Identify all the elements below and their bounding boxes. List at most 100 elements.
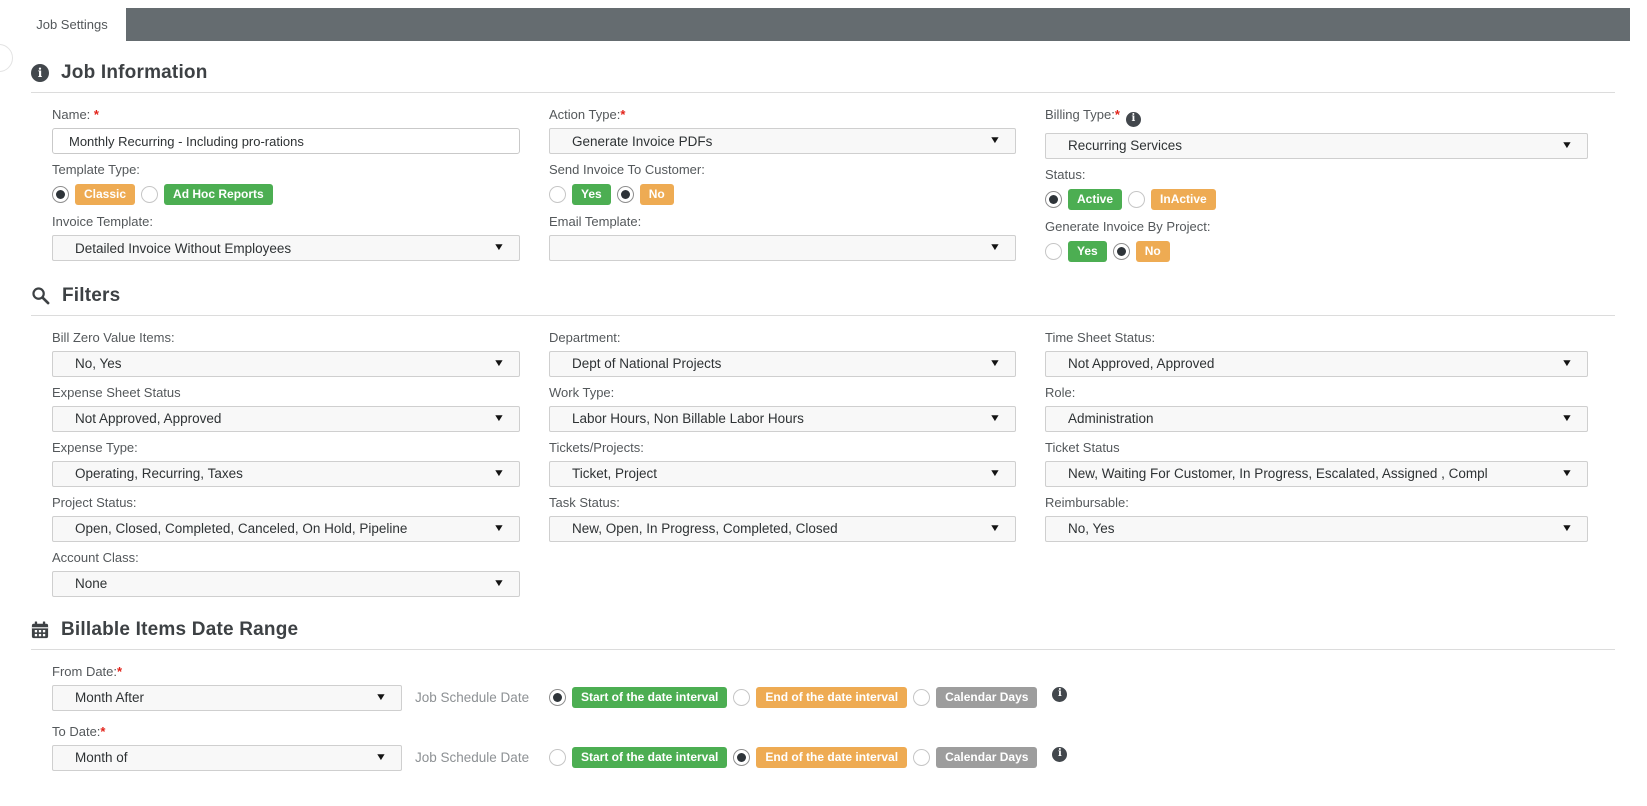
field-expense-type: Expense Type: Operating, Recurring, Taxe…: [52, 440, 520, 487]
badge-from-end-of-interval[interactable]: End of the date interval: [756, 687, 907, 708]
badge-status-active[interactable]: Active: [1068, 189, 1122, 210]
field-department: Department: Dept of National Projects ▼: [549, 330, 1016, 377]
send-invoice-radio-group: Yes No: [549, 183, 1016, 206]
status-label: Status:: [1045, 167, 1588, 182]
magnifier-icon: [31, 286, 50, 305]
name-input[interactable]: [52, 128, 520, 154]
tab-job-settings[interactable]: Job Settings: [18, 8, 126, 41]
to-date-select[interactable]: Month of ▼: [52, 745, 402, 771]
radio-to-end-of-interval[interactable]: [733, 749, 750, 766]
badge-from-start-of-interval[interactable]: Start of the date interval: [572, 687, 727, 708]
dropdown-caret-icon: ▼: [989, 524, 1001, 534]
expense-type-value: Operating, Recurring, Taxes: [75, 466, 243, 481]
reimbursable-select[interactable]: No, Yes ▼: [1045, 516, 1588, 542]
radio-from-end-of-interval[interactable]: [733, 689, 750, 706]
badge-to-end-of-interval[interactable]: End of the date interval: [756, 747, 907, 768]
field-account-class: Account Class: None ▼: [52, 550, 520, 597]
radio-generate-no[interactable]: [1113, 243, 1130, 260]
account-class-select[interactable]: None ▼: [52, 571, 520, 597]
date-range-title: Billable Items Date Range: [61, 619, 298, 641]
badge-status-inactive[interactable]: InActive: [1151, 189, 1216, 210]
field-tickets-projects: Tickets/Projects: Ticket, Project ▼: [549, 440, 1016, 487]
expense-type-select[interactable]: Operating, Recurring, Taxes ▼: [52, 461, 520, 487]
left-edge-collapse-button[interactable]: [0, 44, 13, 72]
task-status-select[interactable]: New, Open, In Progress, Completed, Close…: [549, 516, 1016, 542]
expense-sheet-status-select[interactable]: Not Approved, Approved ▼: [52, 406, 520, 432]
email-template-select[interactable]: ▼: [549, 235, 1016, 261]
badge-send-invoice-no[interactable]: No: [640, 184, 674, 205]
role-select[interactable]: Administration ▼: [1045, 406, 1588, 432]
dropdown-caret-icon: ▼: [493, 243, 505, 253]
time-sheet-status-value: Not Approved, Approved: [1068, 356, 1214, 371]
radio-from-start-of-interval[interactable]: [549, 689, 566, 706]
ticket-status-label: Ticket Status: [1045, 440, 1588, 455]
section-billable-items-date-range: Billable Items Date Range From Date:* Mo…: [31, 619, 1615, 771]
billing-type-value: Recurring Services: [1068, 138, 1182, 153]
billing-type-info-icon[interactable]: i: [1126, 112, 1141, 127]
badge-from-calendar-days[interactable]: Calendar Days: [936, 687, 1037, 708]
to-date-radio-group: Start of the date interval End of the da…: [549, 747, 1615, 768]
project-status-select[interactable]: Open, Closed, Completed, Canceled, On Ho…: [52, 516, 520, 542]
dropdown-caret-icon: ▼: [493, 414, 505, 424]
from-date-value: Month After: [75, 690, 144, 705]
email-template-label: Email Template:: [549, 214, 1016, 229]
field-bill-zero-value-items: Bill Zero Value Items: No, Yes ▼: [52, 330, 520, 377]
work-type-select[interactable]: Labor Hours, Non Billable Labor Hours ▼: [549, 406, 1016, 432]
badge-generate-no[interactable]: No: [1136, 241, 1170, 262]
radio-from-calendar-days[interactable]: [913, 689, 930, 706]
dropdown-caret-icon: ▼: [1561, 141, 1573, 151]
radio-status-active[interactable]: [1045, 191, 1062, 208]
form-content: i Job Information Name: * Template Type:…: [31, 62, 1615, 771]
billing-type-select[interactable]: Recurring Services ▼: [1045, 133, 1588, 159]
task-status-label: Task Status:: [549, 495, 1016, 510]
to-date-controls: Month of ▼ Job Schedule Date: [52, 745, 549, 771]
tickets-projects-select[interactable]: Ticket, Project ▼: [549, 461, 1016, 487]
dropdown-caret-icon: ▼: [1561, 359, 1573, 369]
field-generate-invoice-by-project: Generate Invoice By Project: Yes No: [1045, 219, 1588, 263]
from-date-info-icon[interactable]: i: [1052, 687, 1067, 702]
to-date-info-icon[interactable]: i: [1052, 747, 1067, 762]
action-type-select[interactable]: Generate Invoice PDFs ▼: [549, 128, 1016, 154]
dropdown-caret-icon: ▼: [375, 693, 387, 703]
department-select[interactable]: Dept of National Projects ▼: [549, 351, 1016, 377]
badge-ad-hoc-reports[interactable]: Ad Hoc Reports: [164, 184, 273, 205]
badge-to-start-of-interval[interactable]: Start of the date interval: [572, 747, 727, 768]
badge-generate-yes[interactable]: Yes: [1068, 241, 1107, 262]
field-status: Status: Active InActive: [1045, 167, 1588, 211]
radio-send-invoice-no[interactable]: [617, 186, 634, 203]
radio-generate-yes[interactable]: [1045, 243, 1062, 260]
dropdown-caret-icon: ▼: [493, 469, 505, 479]
to-date-schedule-note: Job Schedule Date: [415, 750, 529, 765]
tab-job-settings-label: Job Settings: [36, 17, 108, 32]
ticket-status-select[interactable]: New, Waiting For Customer, In Progress, …: [1045, 461, 1588, 487]
radio-status-inactive[interactable]: [1128, 191, 1145, 208]
filters-column-3: Time Sheet Status: Not Approved, Approve…: [1045, 330, 1588, 605]
invoice-template-select[interactable]: Detailed Invoice Without Employees ▼: [52, 235, 520, 261]
radio-to-start-of-interval[interactable]: [549, 749, 566, 766]
role-label: Role:: [1045, 385, 1588, 400]
work-type-label: Work Type:: [549, 385, 1016, 400]
radio-ad-hoc-reports[interactable]: [141, 186, 158, 203]
radio-send-invoice-yes[interactable]: [549, 186, 566, 203]
required-asterisk: *: [620, 107, 625, 122]
field-task-status: Task Status: New, Open, In Progress, Com…: [549, 495, 1016, 542]
date-range-header: Billable Items Date Range: [31, 619, 1615, 650]
radio-to-calendar-days[interactable]: [913, 749, 930, 766]
department-value: Dept of National Projects: [572, 356, 721, 371]
bill-zero-value-items-select[interactable]: No, Yes ▼: [52, 351, 520, 377]
from-date-select[interactable]: Month After ▼: [52, 685, 402, 711]
action-type-value: Generate Invoice PDFs: [572, 134, 712, 149]
bill-zero-value-items-value: No, Yes: [75, 356, 122, 371]
badge-to-calendar-days[interactable]: Calendar Days: [936, 747, 1037, 768]
field-role: Role: Administration ▼: [1045, 385, 1588, 432]
tickets-projects-value: Ticket, Project: [572, 466, 657, 481]
tab-bar-filler: [126, 8, 1630, 41]
template-type-label: Template Type:: [52, 162, 520, 177]
to-date-value: Month of: [75, 750, 128, 765]
radio-classic[interactable]: [52, 186, 69, 203]
time-sheet-status-select[interactable]: Not Approved, Approved ▼: [1045, 351, 1588, 377]
badge-send-invoice-yes[interactable]: Yes: [572, 184, 611, 205]
filters-title: Filters: [62, 285, 120, 307]
date-range-body: From Date:* Month After ▼ Job Schedule D…: [31, 650, 1615, 771]
badge-classic[interactable]: Classic: [75, 184, 135, 205]
